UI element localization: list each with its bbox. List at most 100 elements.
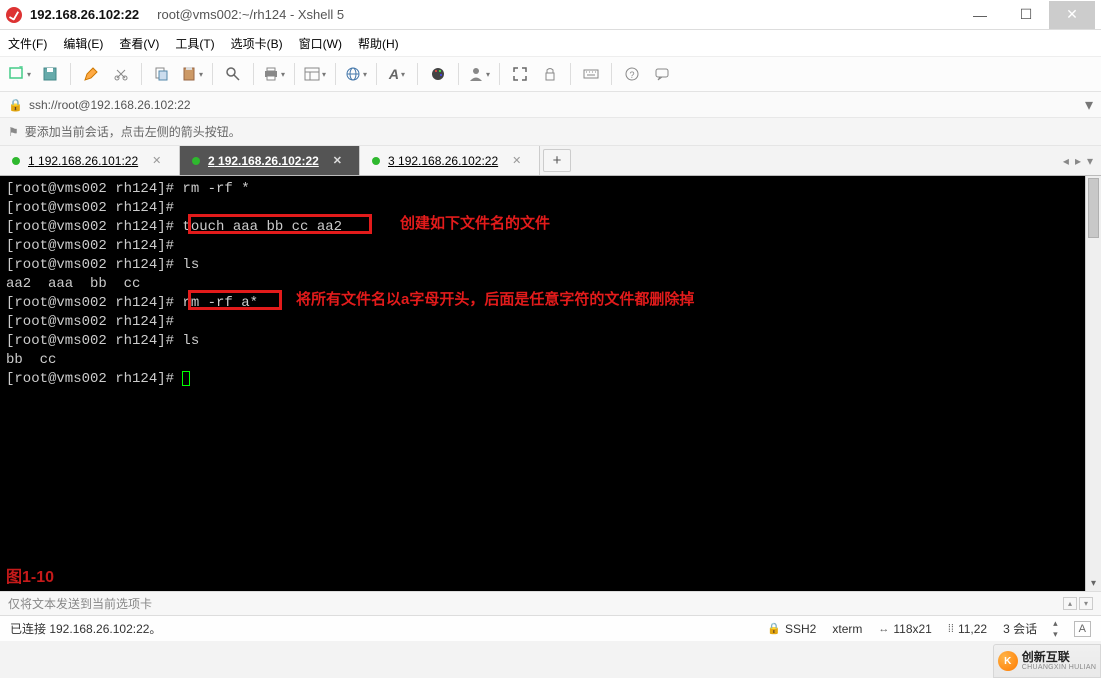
panel-icon[interactable]: ▾ bbox=[301, 60, 329, 88]
menu-file[interactable]: 文件(F) bbox=[8, 35, 47, 52]
annotation-2: 将所有文件名以a字母开头，后面是任意字符的文件都删除掉 bbox=[296, 290, 694, 309]
status-dot-icon bbox=[372, 157, 380, 165]
tab-1[interactable]: 1 192.168.26.101:22 ✕ bbox=[0, 146, 180, 175]
new-terminal-icon[interactable]: ▾ bbox=[6, 60, 34, 88]
terminal-line: [root@vms002 rh124]# ls bbox=[6, 333, 199, 349]
tab-next-icon[interactable]: ▸ bbox=[1075, 154, 1081, 168]
copy-icon[interactable] bbox=[148, 60, 176, 88]
toolbar-separator bbox=[70, 63, 71, 85]
status-sessions: 3 会话 bbox=[1003, 620, 1037, 637]
toolbar-separator bbox=[611, 63, 612, 85]
terminal-line: [root@vms002 rh124]# bbox=[6, 200, 174, 216]
connection-url[interactable]: ssh://root@192.168.26.102:22 bbox=[29, 98, 191, 112]
terminal-line: [root@vms002 rh124]# rm -rf * bbox=[6, 181, 250, 197]
terminal-scrollbar[interactable]: ▴ ▾ bbox=[1085, 176, 1101, 591]
palette-icon[interactable] bbox=[424, 60, 452, 88]
status-ssh: 🔒SSH2 bbox=[767, 622, 816, 636]
toolbar-separator bbox=[499, 63, 500, 85]
tab-1-close-icon[interactable]: ✕ bbox=[152, 154, 161, 167]
terminal-line: bb cc bbox=[6, 352, 56, 368]
new-tab-button[interactable]: + bbox=[543, 149, 571, 172]
pencil-icon[interactable] bbox=[77, 60, 105, 88]
toolbar-separator bbox=[141, 63, 142, 85]
hint-bar: ⚑ 要添加当前会话，点击左侧的箭头按钮。 bbox=[0, 118, 1101, 146]
menu-tabs[interactable]: 选项卡(B) bbox=[231, 35, 283, 52]
maximize-button[interactable]: ☐ bbox=[1003, 1, 1049, 29]
address-dropdown-icon[interactable]: ▾ bbox=[1085, 95, 1093, 115]
toolbar: ▾ ▾ ▾ ▾ ▾ A▾ ▾ ? bbox=[0, 56, 1101, 92]
send-text-row: 仅将文本发送到当前选项卡 ▴ ▾ bbox=[0, 591, 1101, 615]
menu-help[interactable]: 帮助(H) bbox=[358, 35, 399, 52]
lock-small-icon: 🔒 bbox=[8, 98, 23, 112]
window-title: root@vms002:~/rh124 - Xshell 5 bbox=[157, 7, 344, 22]
chat-icon[interactable] bbox=[648, 60, 676, 88]
window-controls: — ☐ ✕ bbox=[957, 1, 1095, 29]
watermark-logo-icon: K bbox=[998, 651, 1018, 671]
menu-tools[interactable]: 工具(T) bbox=[175, 35, 214, 52]
pos-icon: ⁞⁞ bbox=[948, 623, 954, 635]
terminal-line: [root@vms002 rh124]# ls bbox=[6, 257, 199, 273]
tab-1-label: 192.168.26.101:22 bbox=[38, 154, 138, 168]
app-logo-icon bbox=[6, 7, 22, 23]
flag-icon[interactable]: ⚑ bbox=[8, 125, 19, 139]
menu-edit[interactable]: 编辑(E) bbox=[63, 35, 103, 52]
minimize-button[interactable]: — bbox=[957, 1, 1003, 29]
watermark-sub: CHUANGXIN HULIAN bbox=[1022, 664, 1096, 671]
toolbar-separator bbox=[335, 63, 336, 85]
status-size: ↔118x21 bbox=[878, 622, 931, 636]
window-address: 192.168.26.102:22 bbox=[30, 7, 139, 22]
terminal-line: [root@vms002 rh124]# bbox=[6, 238, 174, 254]
printer-icon[interactable]: ▾ bbox=[260, 60, 288, 88]
tab-2-close-icon[interactable]: ✕ bbox=[333, 154, 342, 167]
scroll-thumb[interactable] bbox=[1088, 178, 1099, 238]
menu-view[interactable]: 查看(V) bbox=[119, 35, 159, 52]
status-term: xterm bbox=[832, 622, 862, 636]
close-button[interactable]: ✕ bbox=[1049, 1, 1095, 29]
help-icon[interactable]: ? bbox=[618, 60, 646, 88]
globe-icon[interactable]: ▾ bbox=[342, 60, 370, 88]
tab-nav: ◂ ▸ ▾ bbox=[1055, 146, 1101, 175]
tab-2-label: 192.168.26.102:22 bbox=[218, 154, 319, 168]
fullscreen-icon[interactable] bbox=[506, 60, 534, 88]
tab-3-label: 192.168.26.102:22 bbox=[398, 154, 498, 168]
toolbar-separator bbox=[212, 63, 213, 85]
save-icon[interactable] bbox=[36, 60, 64, 88]
terminal-line: aa2 aaa bb cc bbox=[6, 276, 140, 292]
scissors-icon[interactable] bbox=[107, 60, 135, 88]
keyboard-icon[interactable] bbox=[577, 60, 605, 88]
font-icon[interactable]: A▾ bbox=[383, 60, 411, 88]
send-down-icon[interactable]: ▾ bbox=[1079, 597, 1093, 610]
status-pos: ⁞⁞11,22 bbox=[948, 622, 987, 636]
profile-icon[interactable]: ▾ bbox=[465, 60, 493, 88]
terminal-line: [root@vms002 rh124]# bbox=[6, 314, 174, 330]
tab-dropdown-icon[interactable]: ▾ bbox=[1087, 154, 1093, 168]
send-up-icon[interactable]: ▴ bbox=[1063, 597, 1077, 610]
toolbar-separator bbox=[376, 63, 377, 85]
status-dot-icon bbox=[192, 157, 200, 165]
hint-text: 要添加当前会话，点击左侧的箭头按钮。 bbox=[25, 123, 241, 140]
toolbar-separator bbox=[570, 63, 571, 85]
menu-window[interactable]: 窗口(W) bbox=[299, 35, 342, 52]
search-icon[interactable] bbox=[219, 60, 247, 88]
status-sessions-caret[interactable]: ▴▾ bbox=[1053, 618, 1058, 640]
toolbar-separator bbox=[458, 63, 459, 85]
lock-icon[interactable] bbox=[536, 60, 564, 88]
menu-bar: 文件(F) 编辑(E) 查看(V) 工具(T) 选项卡(B) 窗口(W) 帮助(… bbox=[0, 30, 1101, 56]
terminal-cursor bbox=[182, 371, 190, 386]
title-bar: 192.168.26.102:22 root@vms002:~/rh124 - … bbox=[0, 0, 1101, 30]
send-text-label[interactable]: 仅将文本发送到当前选项卡 bbox=[8, 595, 152, 612]
terminal-line: [root@vms002 rh124]# touch aaa bb cc aa2 bbox=[6, 219, 342, 235]
watermark: K 创新互联 CHUANGXIN HULIAN bbox=[993, 644, 1101, 678]
tab-3-close-icon[interactable]: ✕ bbox=[512, 154, 521, 167]
status-connection: 已连接 192.168.26.102:22。 bbox=[10, 620, 161, 637]
paste-icon[interactable]: ▾ bbox=[178, 60, 206, 88]
tab-2[interactable]: 2 192.168.26.102:22 ✕ bbox=[180, 146, 360, 175]
terminal-area: [root@vms002 rh124]# rm -rf * [root@vms0… bbox=[0, 176, 1101, 591]
terminal[interactable]: [root@vms002 rh124]# rm -rf * [root@vms0… bbox=[0, 176, 1085, 591]
scroll-down-icon[interactable]: ▾ bbox=[1086, 575, 1101, 591]
annotation-1: 创建如下文件名的文件 bbox=[400, 214, 550, 233]
terminal-line: [root@vms002 rh124]# bbox=[6, 371, 182, 387]
tab-3[interactable]: 3 192.168.26.102:22 ✕ bbox=[360, 146, 540, 175]
terminal-line: [root@vms002 rh124]# rm -rf a* bbox=[6, 295, 258, 311]
tab-prev-icon[interactable]: ◂ bbox=[1063, 154, 1069, 168]
